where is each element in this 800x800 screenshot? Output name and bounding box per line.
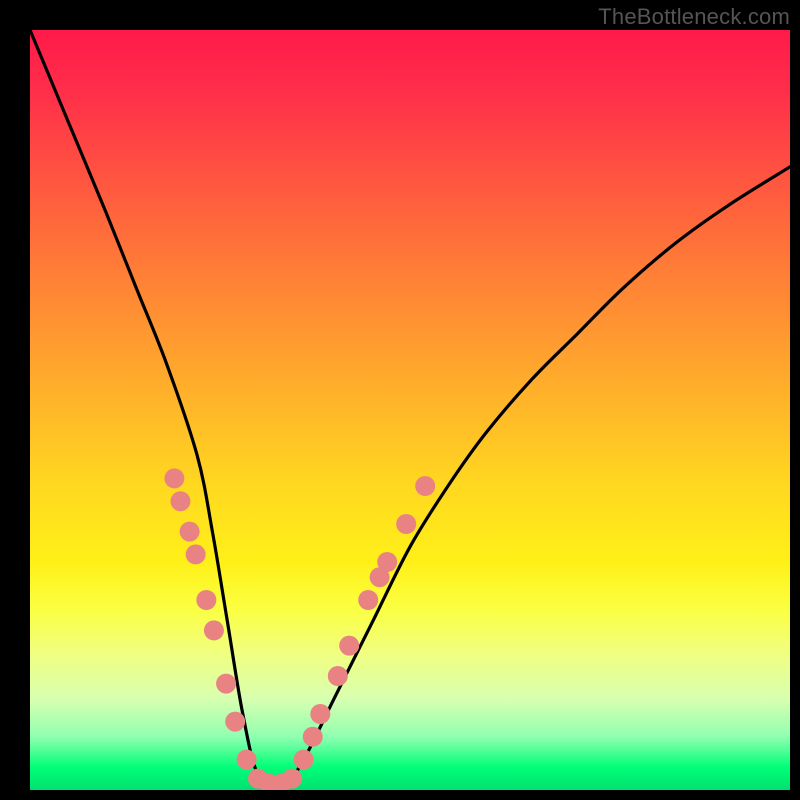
highlight-dot <box>294 750 314 770</box>
highlight-dot <box>396 514 416 534</box>
highlight-dot <box>216 674 236 694</box>
highlight-dot <box>358 590 378 610</box>
bottleneck-curve <box>30 30 790 790</box>
highlight-dot <box>164 468 184 488</box>
plot-area <box>30 30 790 790</box>
highlight-dot <box>377 552 397 572</box>
highlight-dot <box>282 769 302 789</box>
highlight-dot <box>303 727 323 747</box>
watermark-text: TheBottleneck.com <box>598 4 790 30</box>
highlight-dot <box>186 544 206 564</box>
highlight-dot <box>310 704 330 724</box>
chart-container: TheBottleneck.com <box>0 0 800 800</box>
highlight-dot <box>170 491 190 511</box>
highlight-dot <box>237 750 257 770</box>
highlight-dot <box>204 620 224 640</box>
highlight-dot <box>225 712 245 732</box>
chart-overlay-svg <box>30 30 790 790</box>
highlight-dot <box>339 636 359 656</box>
highlight-dot <box>196 590 216 610</box>
highlight-dots <box>164 468 435 790</box>
highlight-dot <box>180 522 200 542</box>
curve-path <box>30 30 790 790</box>
highlight-dot <box>328 666 348 686</box>
highlight-dot <box>415 476 435 496</box>
